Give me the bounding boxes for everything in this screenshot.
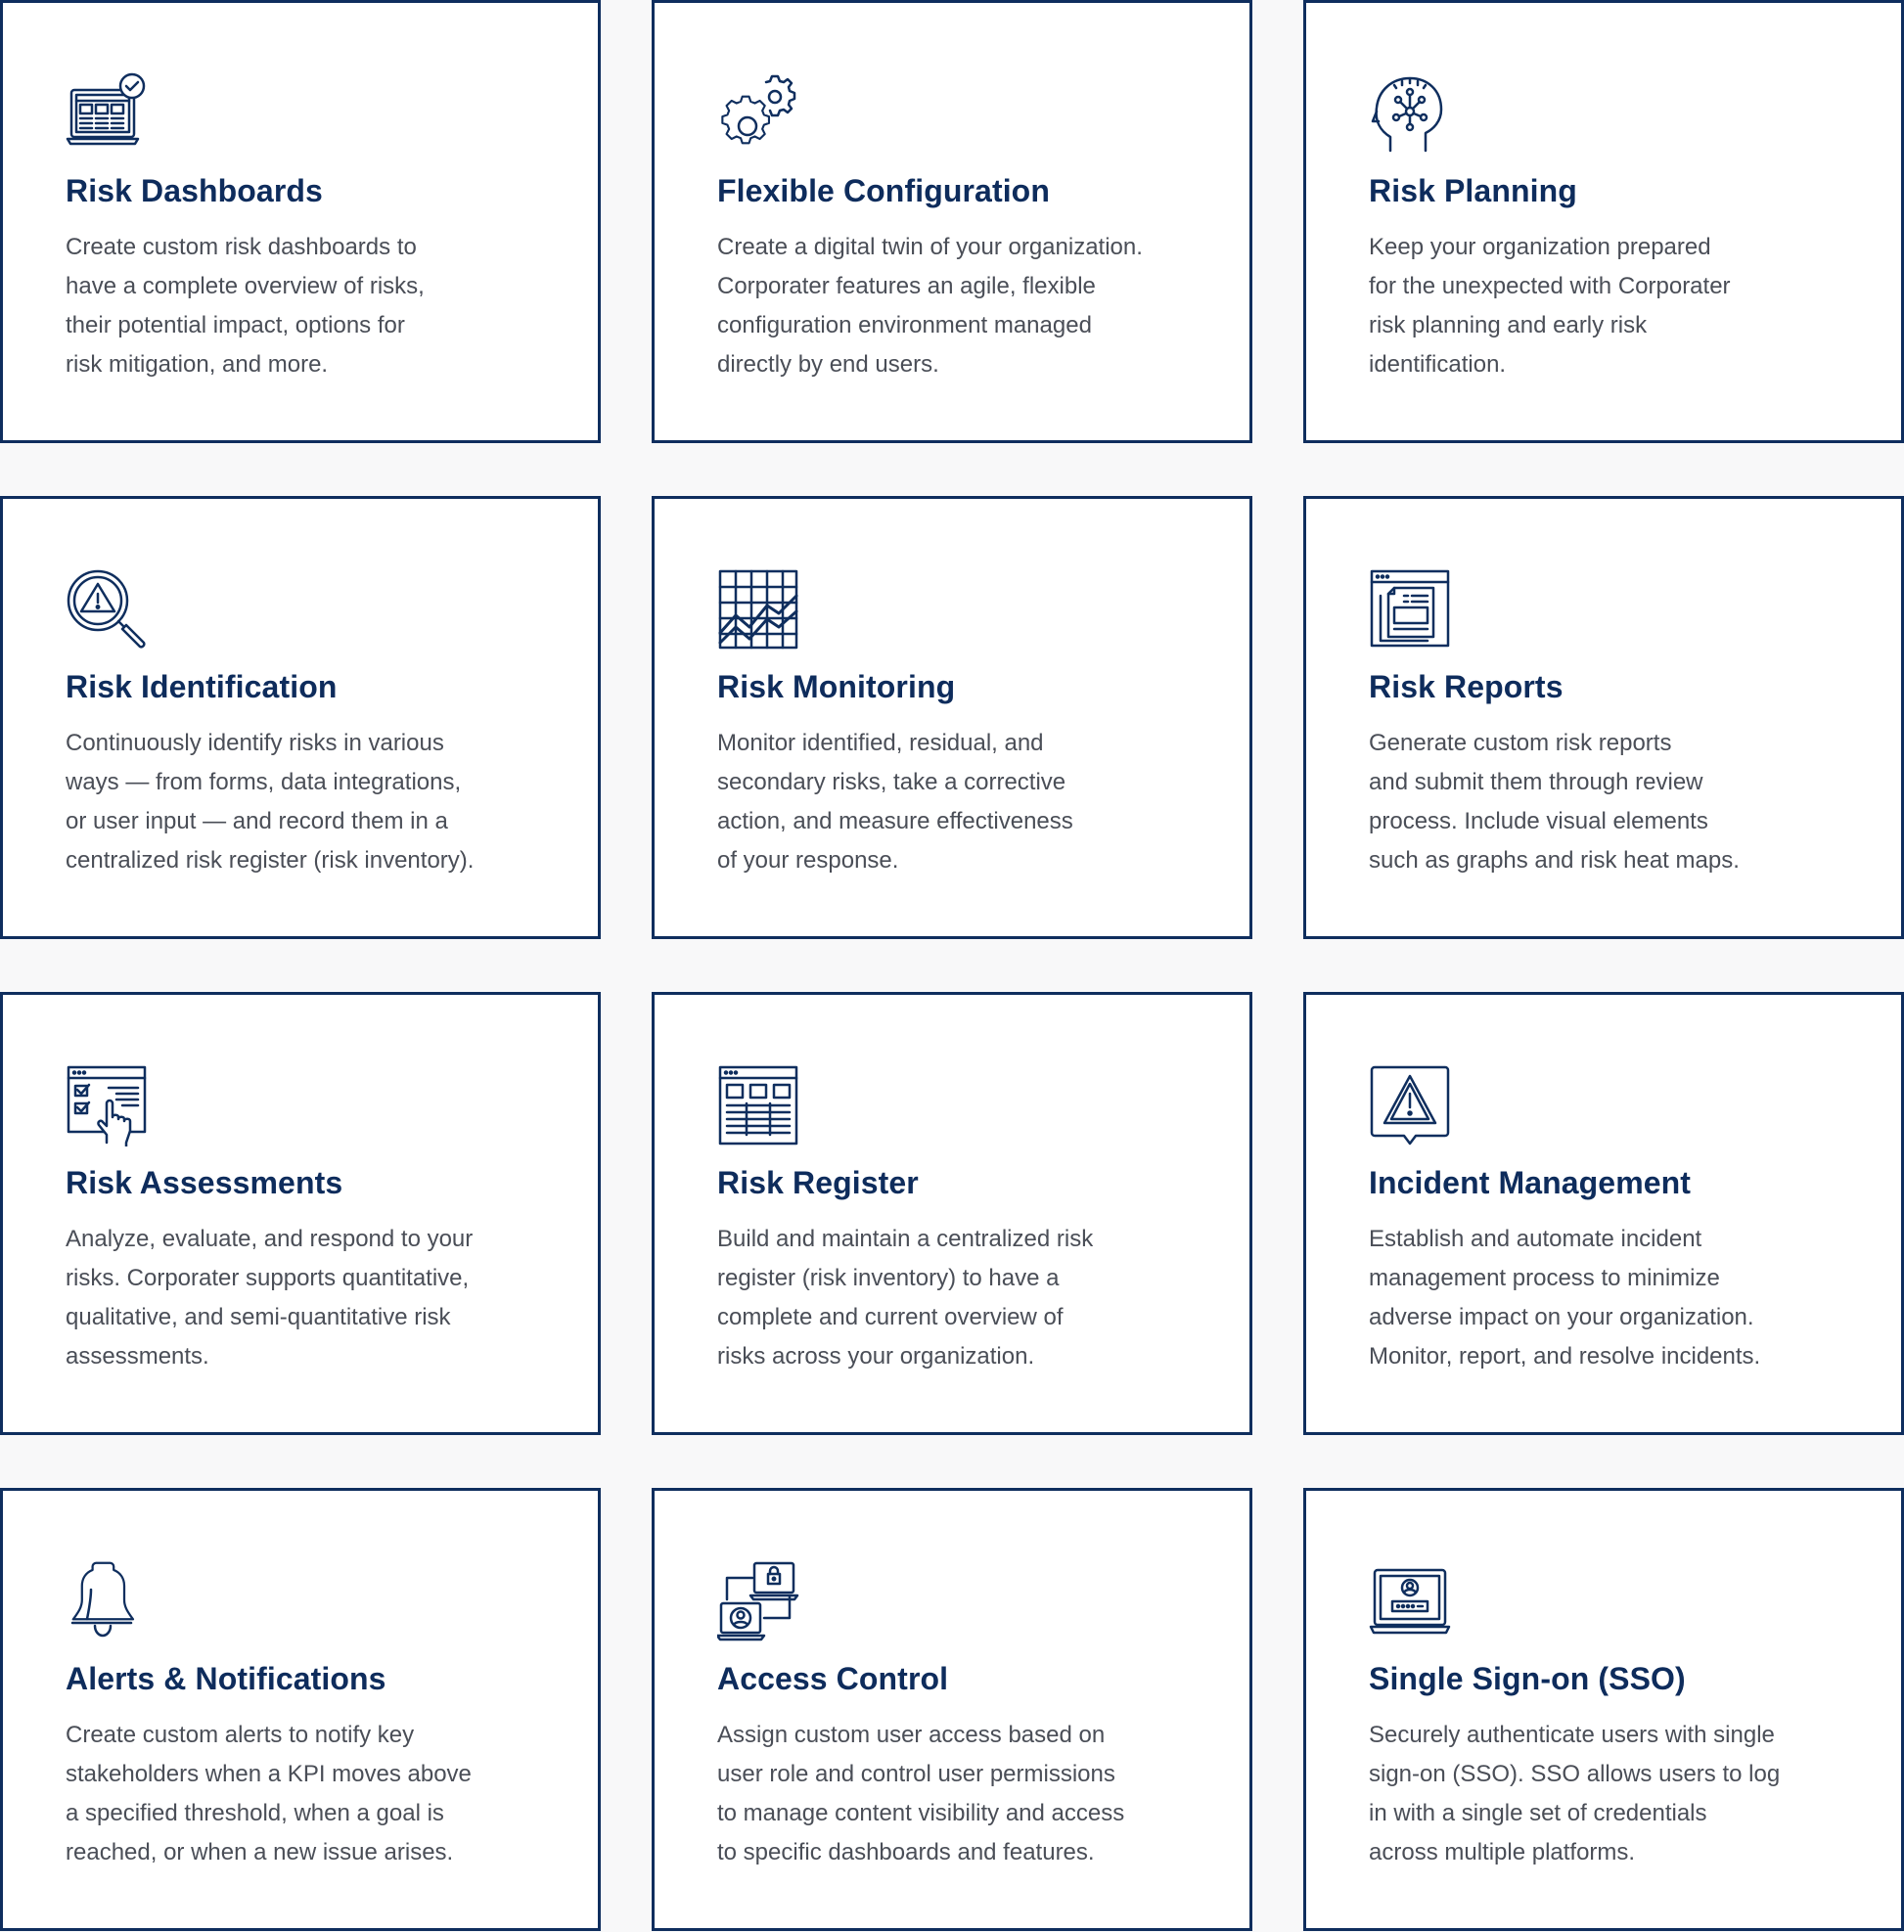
card-description: Create custom alerts to notify key stake… (66, 1716, 545, 1872)
card-description: Create a digital twin of your organizati… (717, 228, 1197, 384)
description-line: Generate custom risk reports (1369, 730, 1672, 756)
card-title: Risk Identification (66, 669, 338, 704)
description-line: of your response. (717, 847, 899, 874)
description-line: risks across your organization. (717, 1343, 1035, 1370)
card-title: Risk Reports (1369, 669, 1564, 704)
gears-icon (717, 72, 799, 155)
description-line: action, and measure effectiveness (717, 808, 1073, 834)
description-line: secondary risks, take a corrective (717, 769, 1066, 795)
description-line: risk planning and early risk (1369, 312, 1648, 338)
description-line: Create a digital twin of your organizati… (717, 234, 1143, 260)
description-line: Keep your organization prepared (1369, 234, 1711, 260)
description-line: to manage content visibility and access (717, 1800, 1125, 1826)
description-line: qualitative, and semi-quantitative risk (66, 1304, 451, 1330)
card-title: Risk Register (717, 1165, 919, 1200)
register-table-icon (717, 1064, 799, 1146)
card-description: Continuously identify risks in various w… (66, 724, 545, 880)
card-title: Risk Planning (1369, 173, 1577, 208)
description-line: risk mitigation, and more. (66, 351, 329, 378)
description-line: Establish and automate incident (1369, 1226, 1702, 1252)
description-line: in with a single set of credentials (1369, 1800, 1707, 1826)
card-title: Risk Dashboards (66, 173, 323, 208)
description-line: ways — from forms, data integrations, (66, 769, 462, 795)
feature-card-incident-management: Incident Management Establish and automa… (1303, 992, 1904, 1435)
description-line: risks. Corporater supports quantitative, (66, 1265, 470, 1291)
description-line: Analyze, evaluate, and respond to your (66, 1226, 474, 1252)
description-line: Continuously identify risks in various (66, 730, 444, 756)
card-title: Alerts & Notifications (66, 1661, 386, 1696)
description-line: sign-on (SSO). SSO allows users to log (1369, 1761, 1781, 1787)
description-line: across multiple platforms. (1369, 1839, 1636, 1865)
warning-message-icon (1369, 1064, 1451, 1146)
description-line: register (risk inventory) to have a (717, 1265, 1060, 1291)
card-description: Build and maintain a centralized risk re… (717, 1220, 1197, 1376)
description-line: configuration environment managed (717, 312, 1092, 338)
description-line: centralized risk register (risk inventor… (66, 847, 475, 874)
feature-card-risk-identification: Risk Identification Continuously identif… (0, 496, 601, 939)
checklist-hand-icon (66, 1064, 148, 1146)
description-line: identification. (1369, 351, 1507, 378)
description-line: stakeholders when a KPI moves above (66, 1761, 472, 1787)
feature-card-risk-register: Risk Register Build and maintain a centr… (652, 992, 1252, 1435)
card-title: Single Sign-on (SSO) (1369, 1661, 1686, 1696)
access-devices-lock-icon (717, 1560, 799, 1642)
description-line: Monitor identified, residual, and (717, 730, 1044, 756)
description-line: reached, or when a new issue arises. (66, 1839, 454, 1865)
feature-card-alerts-notifications: Alerts & Notifications Create custom ale… (0, 1488, 601, 1931)
description-line: Create custom risk dashboards to (66, 234, 417, 260)
description-line: a specified threshold, when a goal is (66, 1800, 444, 1826)
card-title: Access Control (717, 1661, 949, 1696)
description-line: Assign custom user access based on (717, 1722, 1106, 1748)
card-description: Keep your organization prepared for the … (1369, 228, 1848, 384)
card-description: Securely authenticate users with single … (1369, 1716, 1848, 1872)
card-title: Risk Monitoring (717, 669, 956, 704)
card-description: Establish and automate incident manageme… (1369, 1220, 1848, 1376)
feature-card-risk-dashboards: Risk Dashboards Create custom risk dashb… (0, 0, 601, 443)
grid-trend-chart-icon (717, 568, 799, 651)
description-line: and submit them through review (1369, 769, 1703, 795)
laptop-login-icon (1369, 1560, 1451, 1642)
feature-card-access-control: Access Control Assign custom user access… (652, 1488, 1252, 1931)
feature-card-risk-monitoring: Risk Monitoring Monitor identified, resi… (652, 496, 1252, 939)
feature-card-risk-reports: Risk Reports Generate custom risk report… (1303, 496, 1904, 939)
card-description: Assign custom user access based on user … (717, 1716, 1197, 1872)
feature-card-single-sign-on: Single Sign-on (SSO) Securely authentica… (1303, 1488, 1904, 1931)
card-description: Monitor identified, residual, and second… (717, 724, 1197, 880)
description-line: management process to minimize (1369, 1265, 1720, 1291)
description-line: Monitor, report, and resolve incidents. (1369, 1343, 1761, 1370)
card-title: Flexible Configuration (717, 173, 1050, 208)
description-line: for the unexpected with Corporater (1369, 273, 1731, 299)
description-line: Build and maintain a centralized risk (717, 1226, 1094, 1252)
feature-card-risk-planning: Risk Planning Keep your organization pre… (1303, 0, 1904, 443)
description-line: Create custom alerts to notify key (66, 1722, 415, 1748)
card-description: Generate custom risk reports and submit … (1369, 724, 1848, 880)
description-line: assessments. (66, 1343, 209, 1370)
report-window-icon (1369, 568, 1451, 651)
description-line: Corporater features an agile, flexible (717, 273, 1096, 299)
card-description: Analyze, evaluate, and respond to your r… (66, 1220, 545, 1376)
bell-icon (66, 1560, 148, 1642)
magnifier-warning-icon (66, 568, 148, 651)
description-line: such as graphs and risk heat maps. (1369, 847, 1740, 874)
card-title: Incident Management (1369, 1165, 1692, 1200)
feature-card-risk-assessments: Risk Assessments Analyze, evaluate, and … (0, 992, 601, 1435)
feature-card-flexible-configuration: Flexible Configuration Create a digital … (652, 0, 1252, 443)
description-line: to specific dashboards and features. (717, 1839, 1095, 1865)
description-line: user role and control user permissions (717, 1761, 1115, 1787)
card-title: Risk Assessments (66, 1165, 343, 1200)
description-line: their potential impact, options for (66, 312, 405, 338)
description-line: have a complete overview of risks, (66, 273, 425, 299)
description-line: directly by end users. (717, 351, 939, 378)
description-line: adverse impact on your organization. (1369, 1304, 1754, 1330)
card-description: Create custom risk dashboards to have a … (66, 228, 545, 384)
head-network-icon (1369, 72, 1451, 155)
features-grid: Risk Dashboards Create custom risk dashb… (0, 0, 1904, 1932)
description-line: process. Include visual elements (1369, 808, 1708, 834)
laptop-dashboard-check-icon (66, 72, 148, 155)
description-line: or user input — and record them in a (66, 808, 448, 834)
description-line: complete and current overview of (717, 1304, 1064, 1330)
description-line: Securely authenticate users with single (1369, 1722, 1775, 1748)
